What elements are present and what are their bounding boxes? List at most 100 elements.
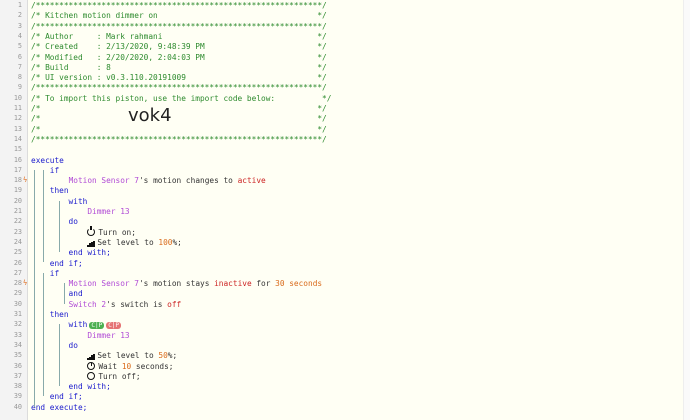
code-text: /***************************************… (31, 1, 327, 10)
line-number: 39 (13, 392, 22, 401)
line-number: 4 (17, 31, 22, 40)
line-number: 34 (13, 340, 22, 349)
block-guide (43, 272, 44, 397)
device-name[interactable]: Motion Sensor 7 (69, 176, 139, 185)
code-token: 's switch is (106, 299, 168, 309)
line-number: 23 (13, 227, 22, 236)
block-guide (59, 200, 60, 253)
block-guide (59, 324, 60, 387)
keyword: end if; (31, 258, 83, 268)
code-line: 32 with C|P C|P (0, 320, 690, 330)
keyword: execute (31, 155, 64, 165)
line-number: 18 (13, 176, 22, 185)
signal-bars-icon (87, 240, 95, 247)
comment: /* To import this piston, use the import… (31, 93, 332, 103)
code-token: Wait (98, 361, 122, 371)
code-token: inactive (214, 279, 252, 289)
line-number: 25 (13, 248, 22, 257)
comment: /* Created : 2/13/2020, 9:48:39 PM */ (31, 42, 327, 52)
code-line: 30 Switch 2's switch is off (0, 300, 690, 309)
code-line: 6 /* Modified : 2/20/2020, 2:04:03 PM */ (0, 53, 690, 62)
keyword: if (31, 268, 60, 278)
code-text: Motion Sensor 7's motion changes to acti… (31, 176, 266, 185)
comment: /***************************************… (31, 134, 327, 144)
code-line: 3 /**************************************… (0, 22, 690, 31)
line-number: 19 (13, 186, 22, 195)
code-line: 27 if (0, 269, 690, 278)
lightning-bolt-icon: ϟ (23, 176, 28, 185)
comment: /***************************************… (31, 21, 327, 31)
signal-bars-icon (87, 354, 95, 361)
device-name[interactable]: Dimmer 13 (87, 331, 129, 340)
lightning-bolt-icon: ϟ (23, 279, 28, 288)
keyword: then (31, 310, 69, 319)
code-text: Motion Sensor 7's motion stays inactive … (31, 279, 323, 289)
code-line: 36 Wait 10 seconds; (0, 361, 690, 371)
code-text: end if; (31, 259, 83, 268)
line-number: 37 (13, 371, 22, 380)
code-token: for (251, 279, 276, 289)
code-line: 33 Dimmer 13 (0, 331, 690, 340)
line-number: 20 (13, 196, 22, 205)
keyword: end execute; (31, 402, 88, 412)
code-line: 38 end with; (0, 382, 690, 391)
device-name[interactable]: Dimmer 13 (87, 207, 129, 216)
line-number: 32 (13, 320, 22, 329)
code-line: 5 /* Created : 2/13/2020, 9:48:39 PM */ (0, 42, 690, 51)
code-text: Turn on; (31, 225, 136, 237)
code-text: do (31, 341, 78, 350)
line-number: 14 (13, 134, 22, 143)
line-number: 1 (17, 1, 22, 9)
line-number: 3 (17, 21, 22, 30)
code-token: 100 (158, 237, 173, 247)
device-name[interactable]: Motion Sensor 7 (69, 279, 139, 288)
code-token: 50 (158, 351, 168, 361)
code-text: end execute; (31, 403, 87, 412)
line-number: 36 (13, 361, 22, 370)
code-line: 25 end with; (0, 248, 690, 257)
piston-code-viewer: 1 /**************************************… (0, 0, 690, 420)
code-line: 2 /* Kitchen motion dimmer on */ (0, 11, 690, 20)
line-number: 2 (17, 11, 22, 20)
code-text: Dimmer 13 (31, 207, 129, 216)
code-text: if (31, 166, 59, 175)
code-text: Dimmer 13 (31, 331, 129, 340)
line-number: 21 (13, 207, 22, 215)
code-text: with C|P C|P (31, 320, 122, 330)
code-text: if (31, 269, 59, 278)
code-text: execute (31, 156, 64, 165)
code-text: /* Build : 8 */ (31, 63, 327, 72)
line-number: 16 (13, 155, 22, 164)
line-number: 10 (13, 93, 22, 102)
line-number: 13 (13, 124, 22, 133)
keyword: if (31, 165, 60, 175)
comment: /* Author : Mark rahmani */ (31, 31, 327, 41)
keyword: then (31, 186, 69, 196)
line-number: 30 (13, 299, 22, 308)
code-line: 26 end if; (0, 259, 690, 268)
keyword: do (31, 340, 78, 350)
block-guide (64, 283, 65, 304)
comment: /***************************************… (31, 1, 327, 10)
code-text: /* */ (31, 104, 327, 113)
code-text: and (31, 289, 83, 298)
code-line: 31 then (0, 310, 690, 319)
line-number: 28 (13, 279, 22, 288)
code-line: 1 /**************************************… (0, 1, 690, 10)
code-text: /***************************************… (31, 135, 327, 144)
line-number: 29 (13, 289, 22, 298)
code-line: 12 /* */ (0, 114, 690, 123)
code-line: 24 Set level to 100%; (0, 238, 690, 247)
code-text: /* Created : 2/13/2020, 9:48:39 PM */ (31, 42, 327, 51)
line-number: 7 (17, 62, 22, 71)
code-line: 21 Dimmer 13 (0, 207, 690, 216)
code-line: 34 do (0, 341, 690, 350)
code-line: 9 /**************************************… (0, 83, 690, 92)
line-number: 31 (13, 310, 22, 318)
code-line: 35 Set level to 50%; (0, 351, 690, 361)
device-name[interactable]: Switch 2 (69, 300, 107, 309)
code-token: Turn on; (98, 227, 136, 237)
code-line: 4 /* Author : Mark rahmani */ (0, 32, 690, 41)
code-line: 22 do (0, 217, 690, 226)
